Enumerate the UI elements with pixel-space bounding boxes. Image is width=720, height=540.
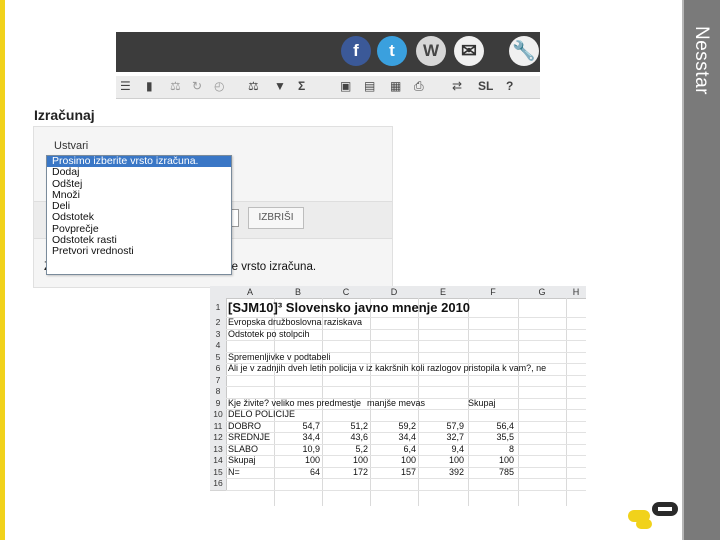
cell-value: 54,7	[302, 420, 320, 431]
spreadsheet-icon[interactable]: ▦	[390, 79, 401, 93]
twitter-icon[interactable]: t	[377, 36, 407, 66]
sheet-subtitle: Evropska družboslovna raziskava	[228, 317, 363, 327]
cell-value: 51,2	[350, 420, 368, 431]
sheet-filter-note: Ali je v zadnjih dveh letih policija v i…	[228, 363, 547, 373]
sheet-header-d: manjše mevas	[367, 397, 426, 408]
sheet-header-total: Skupaj	[468, 397, 496, 408]
wrench-icon[interactable]: 🔧	[509, 36, 539, 66]
cell-value: 34,4	[398, 432, 416, 442]
row-label: SREDNJE	[228, 432, 271, 442]
grid-line	[226, 374, 586, 376]
mail-icon[interactable]: ✉	[454, 36, 484, 66]
dropdown-option[interactable]: Pretvori vrednosti	[47, 246, 231, 258]
sheet-title: [SJM10]³ Slovensko javno mnenje 2010	[228, 300, 471, 315]
save-icon[interactable]: ▣	[340, 79, 351, 93]
calculation-type-dropdown[interactable]: Prosimo izberite vrsto izračuna. Dodaj O…	[46, 155, 232, 275]
column-header[interactable]: A	[226, 286, 275, 299]
row-header[interactable]: 16	[210, 478, 227, 491]
dropdown-option[interactable]: Dodaj	[47, 166, 231, 178]
cell-value: 100	[448, 455, 464, 465]
cell-value: 100	[304, 455, 320, 465]
create-label: Ustvari	[54, 140, 89, 152]
sheet-header-a: Kje živite? veliko mes predmestje	[228, 397, 362, 408]
export-icon[interactable]: ▤	[364, 79, 375, 93]
delete-button[interactable]: IZBRIŠI	[248, 207, 304, 229]
cell-value: 9,4	[451, 443, 464, 454]
table-icon[interactable]: ☰	[120, 79, 131, 93]
row-label: N=	[228, 466, 240, 477]
help-icon[interactable]: ?	[506, 79, 513, 93]
cell-value: 59,2	[398, 420, 416, 431]
column-header[interactable]: C	[322, 286, 371, 299]
sigma-icon[interactable]: Σ	[298, 79, 305, 93]
left-accent-bar	[0, 0, 5, 540]
column-header[interactable]: E	[418, 286, 469, 299]
cell-value: 100	[498, 455, 514, 465]
row-label: SLABO	[228, 443, 259, 454]
facebook-icon[interactable]: f	[341, 36, 371, 66]
swap-icon[interactable]: ⇄	[452, 79, 462, 93]
cell-value: 35,5	[496, 432, 514, 442]
cell-value: 32,7	[446, 432, 464, 442]
cell-value: 785	[498, 466, 514, 477]
social-bar: f t W ✉ 🔧	[116, 32, 540, 72]
cell-value: 56,4	[496, 420, 514, 431]
tool-icon-row: ☰ ▮ ⚖ ↻ ◴ ⚖ ▼ Σ ▣ ▤ ▦ ⎙ ⇄ SL ?	[116, 76, 540, 99]
side-band: Nesstar	[684, 0, 720, 540]
cell-value: 64	[309, 466, 320, 477]
cell-value: 5,2	[355, 443, 368, 454]
side-label: Nesstar	[691, 26, 712, 95]
grid-line	[226, 340, 586, 341]
cell-value: 10,9	[302, 443, 320, 454]
language-icon[interactable]: SL	[478, 79, 493, 93]
cell-value: 6,4	[403, 443, 416, 454]
cell-value: 157	[400, 466, 416, 477]
sheet-subtable-note: Spremenljivke v podtabeli	[228, 351, 331, 362]
column-header[interactable]: H	[566, 286, 586, 299]
cell-value: 57,9	[446, 420, 464, 431]
row-label: Skupaj	[228, 455, 256, 465]
compute-form: Ustvari IZBRIŠI Zizberite vrsto izračuna…	[33, 126, 393, 288]
cell-value: 392	[448, 466, 464, 477]
wordpress-icon[interactable]: W	[416, 36, 446, 66]
row-label: DOBRO	[228, 420, 262, 431]
column-header[interactable]: F	[468, 286, 519, 299]
sheet-percent-note: Odstotek po stolpcih	[228, 328, 310, 339]
cell-value: 172	[352, 466, 368, 477]
spreadsheet: A B C D E F G H 1 2 3 4 5 6 7 8 9 10 11 …	[210, 286, 586, 506]
cell-value: 34,4	[302, 432, 320, 442]
refresh-icon[interactable]: ↻	[192, 79, 202, 93]
weight-icon[interactable]: ⚖	[170, 79, 181, 93]
column-header[interactable]: G	[518, 286, 567, 299]
filter-icon[interactable]: ▼	[274, 79, 286, 93]
print-icon[interactable]: ⎙	[414, 79, 424, 93]
column-header[interactable]: B	[274, 286, 323, 299]
column-header[interactable]: D	[370, 286, 419, 299]
cell-value: 100	[352, 455, 368, 465]
grid-line	[226, 478, 586, 479]
row-header[interactable]: 1	[210, 298, 227, 318]
balance-icon[interactable]: ⚖	[248, 79, 259, 93]
adp-logo	[628, 502, 678, 529]
sheet-variable-label: DELO POLICIJE	[228, 409, 296, 419]
section-title: Izračunaj	[34, 107, 95, 123]
clock-icon[interactable]: ◴	[214, 79, 224, 93]
cell-value: 8	[508, 443, 514, 454]
cell-value: 100	[400, 455, 416, 465]
grid-line	[226, 489, 586, 491]
grid-line	[226, 386, 586, 387]
dropdown-option[interactable]: Množi	[47, 189, 231, 201]
bar-chart-icon[interactable]: ▮	[146, 79, 153, 93]
cell-value: 43,6	[350, 432, 368, 442]
